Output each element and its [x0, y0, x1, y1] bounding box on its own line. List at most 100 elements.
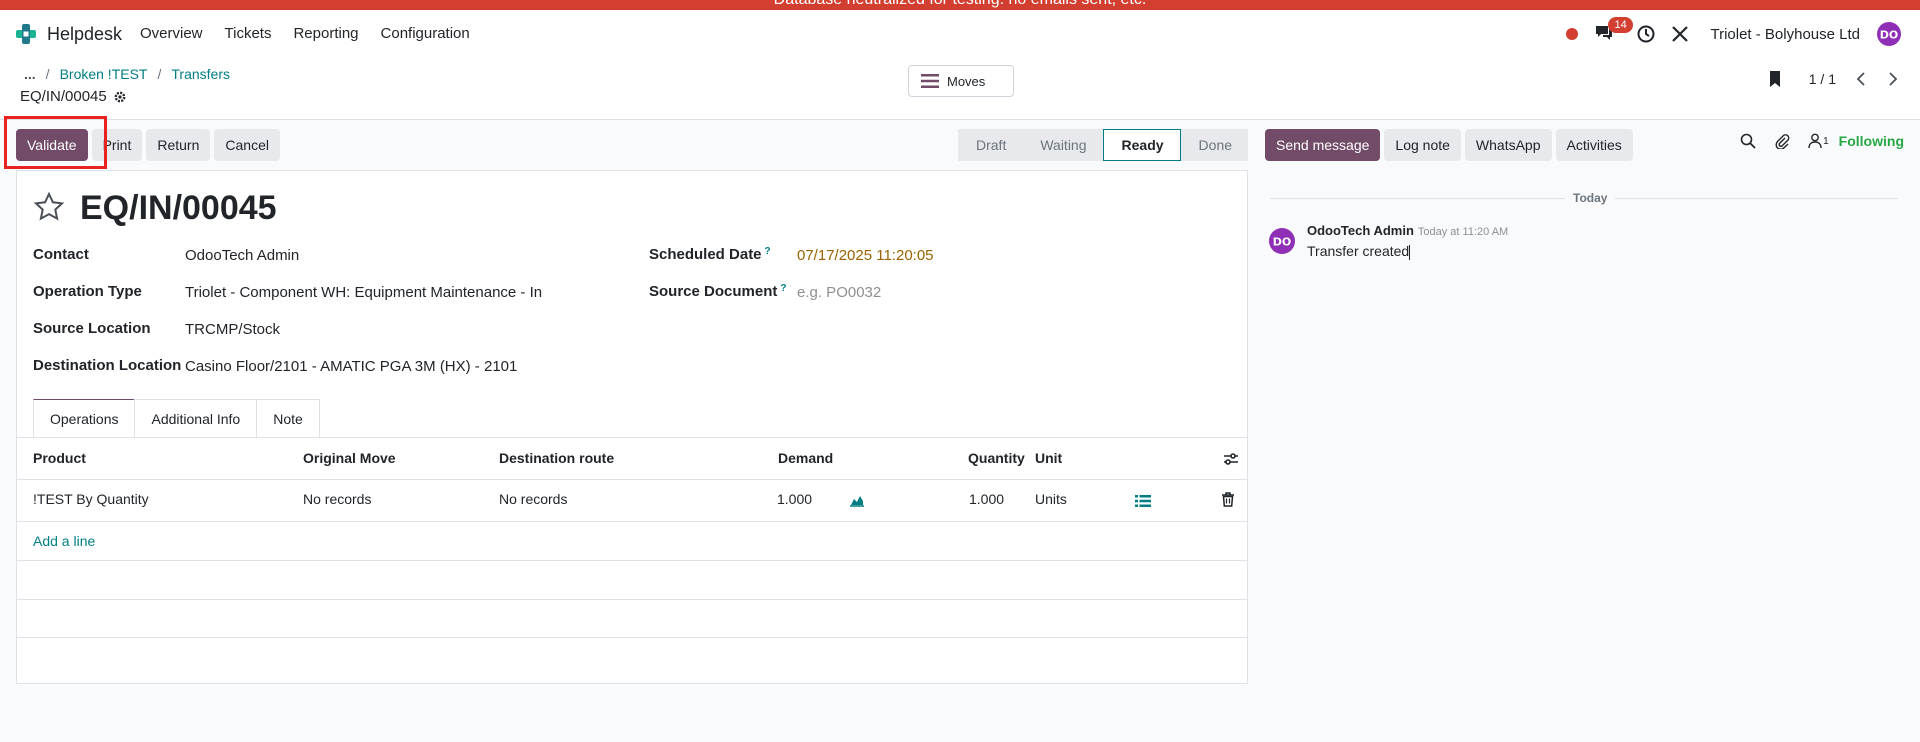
row-destination-route[interactable]: No records [499, 491, 567, 507]
user-avatar[interactable]: DO [1876, 21, 1902, 47]
help-icon[interactable]: ? [780, 283, 786, 294]
message-body: Transfer created [1307, 243, 1411, 260]
add-line-link[interactable]: Add a line [33, 533, 95, 549]
return-button[interactable]: Return [146, 129, 211, 161]
help-icon[interactable]: ? [765, 246, 771, 257]
bookmark-icon[interactable] [1767, 70, 1783, 88]
col-quantity[interactable]: Quantity [968, 450, 1025, 466]
row-divider [17, 599, 1247, 600]
record-name: EQ/IN/00045 [20, 88, 127, 105]
breadcrumb-separator: / [45, 66, 50, 82]
tab-note[interactable]: Note [256, 399, 320, 437]
chatter-tools: 1 Following [1722, 133, 1904, 149]
chat-badge: 14 [1608, 17, 1633, 33]
follower-icon[interactable] [1808, 133, 1822, 149]
clock-icon[interactable] [1636, 24, 1656, 44]
message-author-name[interactable]: OdooTech Admin [1307, 223, 1414, 238]
table-header-divider [17, 479, 1247, 480]
pager-value[interactable]: 1 / 1 [1809, 71, 1836, 87]
details-list-icon[interactable] [1135, 494, 1151, 508]
tools-icon[interactable] [1670, 24, 1690, 44]
source-document-input[interactable]: e.g. PO0032 [797, 284, 881, 301]
paperclip-icon[interactable] [1774, 133, 1790, 149]
menu-overview[interactable]: Overview [140, 25, 203, 42]
search-icon[interactable] [1740, 133, 1756, 149]
message-author: OdooTech Admin Today at 11:20 AM [1307, 223, 1508, 238]
row-quantity[interactable]: 1.000 [969, 491, 1004, 507]
row-product[interactable]: !TEST By Quantity [33, 491, 149, 507]
col-original-move[interactable]: Original Move [303, 450, 396, 466]
row-original-move[interactable]: No records [303, 491, 371, 507]
row-unit[interactable]: Units [1035, 491, 1067, 507]
followers-count: 1 [1823, 135, 1829, 147]
row-divider [17, 521, 1247, 522]
main-menu: Overview Tickets Reporting Configuration [140, 25, 492, 42]
tab-additional-info[interactable]: Additional Info [134, 399, 258, 437]
chevron-right-icon[interactable] [1888, 71, 1898, 87]
col-product[interactable]: Product [33, 450, 86, 466]
column-settings-icon[interactable] [1223, 451, 1239, 467]
navbar-systray: 14 Triolet - Bolyhouse Ltd DO [1566, 10, 1920, 58]
breadcrumb-separator: / [157, 66, 162, 82]
cancel-button[interactable]: Cancel [214, 129, 280, 161]
col-demand[interactable]: Demand [778, 450, 833, 466]
forecast-chart-icon[interactable] [849, 493, 865, 507]
message-time: Today at 11:20 AM [1417, 226, 1509, 238]
scheduled-date-field[interactable]: 07/17/2025 11:20:05 [797, 247, 934, 264]
log-note-button[interactable]: Log note [1384, 129, 1461, 161]
date-separator: Today [1565, 191, 1616, 205]
svg-text:DO: DO [1880, 29, 1898, 42]
moves-smart-button[interactable]: Moves [908, 65, 1014, 97]
star-icon[interactable] [33, 191, 65, 223]
helpdesk-logo-icon[interactable] [14, 22, 38, 46]
top-navbar: Helpdesk Overview Tickets Reporting Conf… [0, 10, 1920, 58]
tabs-divider [17, 437, 1247, 438]
menu-tickets[interactable]: Tickets [225, 25, 272, 42]
breadcrumb-broken-test[interactable]: Broken !TEST [60, 66, 148, 82]
neutralized-banner: Database neutralized for testing: no ema… [0, 0, 1920, 10]
trash-icon[interactable] [1221, 492, 1235, 507]
stage-done[interactable]: Done [1180, 129, 1249, 161]
whatsapp-button[interactable]: WhatsApp [1464, 129, 1552, 161]
source-document-label: Source Document? [649, 283, 786, 300]
contact-label: Contact [33, 246, 89, 263]
form-sheet: EQ/IN/00045 Contact OdooTech Admin Opera… [16, 170, 1248, 684]
activities-button[interactable]: Activities [1555, 129, 1633, 161]
col-destination-route[interactable]: Destination route [499, 450, 614, 466]
row-divider [17, 637, 1247, 638]
operation-type-field[interactable]: Triolet - Component WH: Equipment Mainte… [185, 284, 542, 301]
breadcrumb: ... / Broken !TEST / Transfers [24, 66, 230, 82]
company-switcher[interactable]: Triolet - Bolyhouse Ltd [1710, 26, 1860, 43]
breadcrumb-transfers[interactable]: Transfers [171, 66, 230, 82]
menu-reporting[interactable]: Reporting [293, 25, 358, 42]
highlight-box [4, 116, 107, 169]
tab-operations[interactable]: Operations [33, 399, 136, 437]
record-dot-icon[interactable] [1566, 28, 1579, 40]
row-demand[interactable]: 1.000 [777, 491, 812, 507]
menu-configuration[interactable]: Configuration [381, 25, 470, 42]
chevron-left-icon[interactable] [1856, 71, 1866, 87]
control-panel: ... / Broken !TEST / Transfers EQ/IN/000… [0, 58, 1920, 120]
col-unit[interactable]: Unit [1035, 450, 1062, 466]
destination-location-field[interactable]: Casino Floor/2101 - AMATIC PGA 3M (HX) -… [185, 358, 517, 375]
row-divider [17, 560, 1247, 561]
source-location-field[interactable]: TRCMP/Stock [185, 321, 280, 338]
list-icon [921, 74, 939, 88]
gear-icon[interactable] [113, 90, 127, 104]
messaging-menu[interactable]: 14 [1594, 17, 1633, 45]
contact-field[interactable]: OdooTech Admin [185, 247, 299, 264]
destination-location-label: Destination Location [33, 357, 182, 374]
stage-draft[interactable]: Draft [958, 129, 1023, 161]
app-name[interactable]: Helpdesk [47, 24, 122, 45]
author-avatar[interactable]: DO [1268, 227, 1296, 255]
stage-ready[interactable]: Ready [1102, 129, 1181, 161]
scheduled-date-label: Scheduled Date? [649, 246, 771, 263]
record-name-text: EQ/IN/00045 [20, 88, 107, 105]
breadcrumb-ellipsis[interactable]: ... [24, 66, 36, 82]
send-message-button[interactable]: Send message [1265, 129, 1381, 161]
following-button[interactable]: Following [1839, 133, 1904, 149]
source-document-label-text: Source Document [649, 283, 778, 300]
svg-text:DO: DO [1273, 236, 1291, 249]
stage-waiting[interactable]: Waiting [1022, 129, 1103, 161]
notebook-tabs: Operations Additional Info Note [33, 399, 320, 437]
